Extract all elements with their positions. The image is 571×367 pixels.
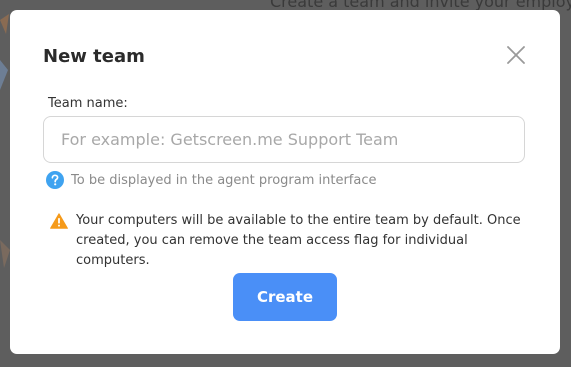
warning-text: Your computers will be available to the … <box>76 213 521 268</box>
new-team-dialog: New team Team name: To be displayed in t… <box>10 10 560 354</box>
close-icon[interactable] <box>504 43 528 67</box>
team-name-input[interactable] <box>43 116 525 163</box>
create-button[interactable]: Create <box>233 273 337 321</box>
team-access-warning: Your computers will be available to the … <box>50 211 530 271</box>
team-name-hint: To be displayed in the agent program int… <box>46 171 376 189</box>
team-name-label: Team name: <box>48 96 128 111</box>
hint-text: To be displayed in the agent program int… <box>71 172 377 188</box>
dialog-title: New team <box>43 46 145 67</box>
warning-triangle-icon <box>50 213 68 229</box>
question-circle-icon <box>46 171 64 189</box>
